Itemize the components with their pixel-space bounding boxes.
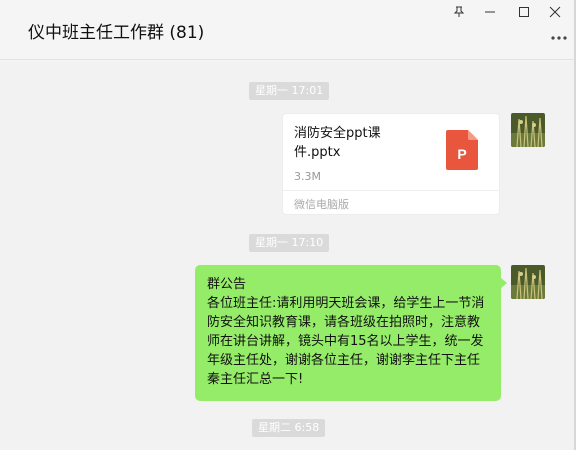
minimize-icon[interactable] [478,2,502,22]
pptx-icon-letter: P [457,146,466,162]
file-source: 微信电脑版 [294,198,349,211]
bubble-tail [500,277,507,289]
announcement-body: 各位班主任:请利用明天班会课，给学生上一节消防安全知识教育课，请各班级在拍照时，… [207,296,485,387]
file-name: 消防安全ppt课件.pptx [294,126,381,160]
avatar[interactable] [511,113,545,147]
announcement-bubble[interactable]: 群公告 各位班主任:请利用明天班会课，给学生上一节消防安全知识教育课，请各班级在… [195,265,501,401]
chat-title: 仪中班主任工作群 (81) [28,23,205,43]
chat-header: 仪中班主任工作群 (81) [0,0,576,60]
maximize-icon[interactable] [512,2,536,22]
file-message[interactable]: 消防安全ppt课件.pptx P 3.3M 微信电脑版 [282,113,500,215]
more-dots-icon[interactable] [548,30,570,46]
timestamp: 星期一 17:10 [249,234,330,252]
timestamp: 星期二 6:58 [252,419,326,437]
announcement-heading: 群公告 [207,277,247,292]
file-card-divider [283,190,499,191]
file-size: 3.3M [294,170,321,183]
avatar[interactable] [511,265,545,299]
pptx-file-icon: P [446,130,478,170]
chat-history[interactable]: 星期一 17:01 消防安全ppt课件.pptx P 3.3M 微信电脑版 星期… [0,61,576,450]
close-icon[interactable] [543,2,567,22]
timestamp: 星期一 17:01 [249,82,330,100]
pin-icon[interactable] [447,2,471,22]
